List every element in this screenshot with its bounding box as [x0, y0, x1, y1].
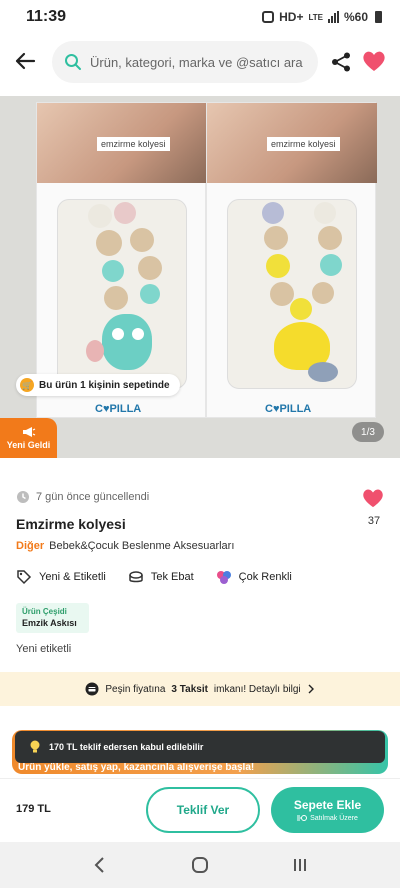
brand-link[interactable]: Diğer	[16, 540, 44, 552]
box-window	[227, 199, 357, 389]
cart-icon: 🛒	[20, 378, 34, 392]
category-link[interactable]: Bebek&Çocuk Beslenme Aksesuarları	[49, 540, 234, 552]
clock-icon	[17, 491, 29, 503]
nav-home-button[interactable]	[185, 850, 215, 880]
product-features: Yeni & Etiketli Tek Ebat Çok Renkli	[16, 569, 386, 585]
image-page-indicator: 1/3	[352, 422, 384, 442]
box-window	[57, 199, 187, 389]
feature-label: Çok Renkli	[238, 571, 292, 583]
product-box-left: emzirme kolyesi C♥PILLA	[36, 102, 207, 418]
chevron-right-icon	[308, 684, 314, 694]
price: 179 TL	[16, 803, 51, 815]
multicolor-icon	[216, 571, 231, 584]
variant-value: Emzik Askısı	[22, 618, 77, 628]
new-arrival-tag: Yeni Geldi	[0, 418, 57, 458]
promo-text: Ürün yükle, satış yap, kazancınla alışve…	[18, 762, 255, 773]
installment-prefix: Peşin fiyatına	[105, 683, 166, 695]
cart-count-text: Bu ürün 1 kişinin sepetinde	[39, 379, 170, 391]
box-title: emzirme kolyesi	[97, 137, 170, 151]
fast-icon	[297, 815, 308, 821]
variant-label: Ürün Çeşidi	[22, 607, 67, 616]
nav-back-icon	[94, 857, 104, 873]
card-icon	[85, 682, 99, 696]
lte-label: LTE	[308, 12, 323, 22]
product-title: Emzirme kolyesi	[16, 516, 126, 532]
tape-measure-icon	[129, 571, 143, 583]
updated-info: 7 gün önce güncellendi	[16, 490, 149, 504]
lightbulb-icon	[30, 740, 40, 753]
nav-back-button[interactable]	[85, 850, 115, 880]
battery-level: %60	[343, 10, 368, 24]
search-header	[0, 34, 400, 90]
installment-suffix: imkanı! Detaylı bilgi	[213, 683, 301, 695]
installment-banner[interactable]: Peşin fiyatına 3 Taksit imkanı! Detaylı …	[0, 672, 400, 706]
nav-recents-button[interactable]	[285, 850, 315, 880]
search-input[interactable]	[90, 54, 310, 70]
back-arrow-icon[interactable]	[12, 48, 38, 74]
cart-button-sub: Satılmak Üzere	[297, 814, 358, 822]
cart-count-badge: 🛒 Bu ürün 1 kişinin sepetinde	[16, 374, 180, 396]
status-time: 11:39	[26, 8, 67, 25]
search-icon	[65, 54, 81, 70]
box-brand-logo: C♥PILLA	[95, 403, 142, 415]
make-offer-button[interactable]: Teklif Ver	[146, 787, 260, 833]
product-box-right: emzirme kolyesi C♥PILLA	[206, 102, 377, 418]
offer-toast: 170 TL teklif edersen kabul edilebilir	[15, 731, 385, 763]
favorite-heart-icon[interactable]	[361, 49, 387, 73]
status-icons: HD+ LTE %60	[262, 10, 382, 24]
new-tag-label: Yeni Geldi	[6, 440, 51, 450]
add-to-cart-button[interactable]: Sepete Ekle Satılmak Üzere	[271, 787, 384, 833]
favorite-count: 37	[367, 515, 381, 527]
box-brand-logo: C♥PILLA	[265, 403, 312, 415]
feature-condition: Yeni & Etiketli	[16, 569, 106, 585]
feature-size: Tek Ebat	[128, 569, 194, 585]
signal-icon	[327, 11, 339, 23]
cart-button-label: Sepete Ekle	[293, 798, 362, 812]
nav-recents-icon	[294, 859, 306, 871]
tag-icon	[17, 570, 32, 585]
share-icon[interactable]	[330, 51, 352, 73]
variant-card: Ürün Çeşidi Emzik Askısı	[16, 603, 89, 633]
breadcrumb: Diğer Bebek&Çocuk Beslenme Aksesuarları	[16, 540, 234, 552]
installment-bold: 3 Taksit	[171, 683, 208, 695]
condition-text: Yeni etiketli	[16, 643, 72, 655]
network-type: HD+	[279, 10, 304, 24]
feature-color: Çok Renkli	[216, 569, 292, 585]
status-bar: 11:39 HD+ LTE %60	[0, 0, 400, 34]
megaphone-icon	[22, 427, 35, 437]
product-image-carousel[interactable]: emzirme kolyesi C♥PILLA emzirme kolyesi	[0, 96, 400, 458]
notification-icon	[262, 11, 275, 23]
box-title: emzirme kolyesi	[267, 137, 340, 151]
system-navigation-bar	[0, 842, 400, 888]
bottom-action-bar: 179 TL Teklif Ver Sepete Ekle Satılmak Ü…	[0, 778, 400, 842]
search-bar[interactable]	[52, 41, 318, 83]
updated-text: 7 gün önce güncellendi	[36, 491, 150, 503]
battery-icon	[375, 11, 382, 23]
feature-label: Yeni & Etiketli	[39, 571, 106, 583]
feature-label: Tek Ebat	[150, 571, 194, 583]
toast-text: 170 TL teklif edersen kabul edilebilir	[49, 742, 204, 752]
nav-home-icon	[192, 857, 208, 873]
favorite-heart-icon[interactable]	[361, 487, 385, 509]
cart-sub-text: Satılmak Üzere	[310, 814, 358, 822]
